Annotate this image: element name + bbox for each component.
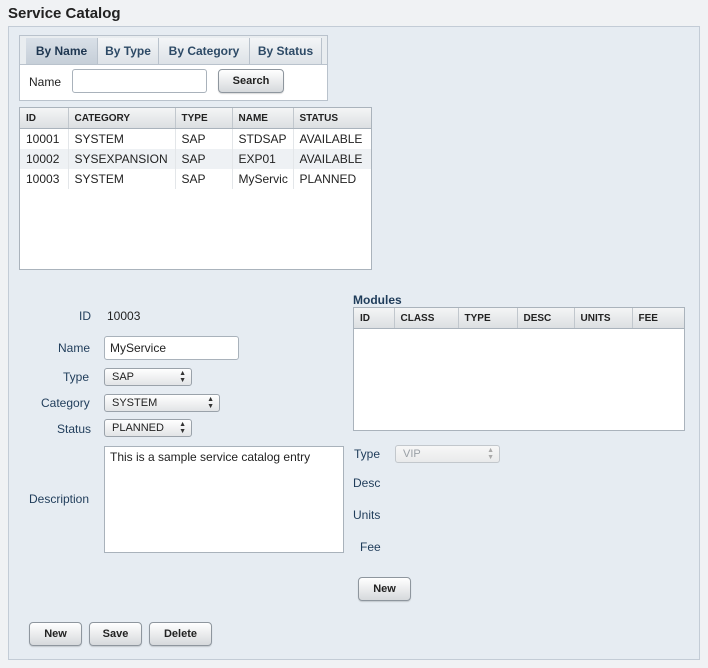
chevron-updown-icon: ▲ ▼ xyxy=(487,447,494,461)
table-cell: SAP xyxy=(175,169,233,189)
module-desc-label: Desc xyxy=(353,476,381,490)
results-column-header[interactable]: ID xyxy=(20,108,69,129)
table-cell: SAP xyxy=(175,128,233,149)
table-cell: SYSTEM xyxy=(68,169,176,189)
table-cell: PLANNED xyxy=(293,169,371,189)
id-value: 10003 xyxy=(107,309,141,323)
modules-table: ID CLASS TYPE DESC UNITS FEE xyxy=(353,307,685,431)
chevron-updown-icon: ▲ ▼ xyxy=(179,370,186,384)
type-select-value: SAP xyxy=(112,371,135,383)
module-type-select[interactable]: VIP ▲ ▼ xyxy=(395,445,500,463)
new-button[interactable]: New xyxy=(29,622,82,646)
category-select-value: SYSTEM xyxy=(112,397,158,409)
tab-by-category[interactable]: By Category xyxy=(159,38,250,64)
table-row[interactable]: 10001 SYSTEM SAP STDSAP AVAILABLE xyxy=(20,128,371,149)
table-cell: 10001 xyxy=(20,128,69,149)
module-type-select-value: VIP xyxy=(403,448,421,460)
modules-column-header[interactable]: DESC xyxy=(517,308,575,329)
modules-title: Modules xyxy=(353,293,402,307)
results-table: ID CATEGORY TYPE NAME STATUS 10001 SYSTEM SAP S… xyxy=(19,107,372,270)
table-row[interactable]: 10003 SYSTEM SAP MyServic PLANNED xyxy=(20,169,371,189)
search-button[interactable]: Search xyxy=(218,69,284,93)
save-button[interactable]: Save xyxy=(89,622,142,646)
tab-by-type[interactable]: By Type xyxy=(98,38,159,64)
chevron-updown-icon: ▲ ▼ xyxy=(207,396,214,410)
chevron-updown-icon: ▲ ▼ xyxy=(179,421,186,435)
table-cell: EXP01 xyxy=(232,149,294,169)
table-cell: STDSAP xyxy=(232,128,294,149)
search-tab-box: By Name By Type By Category By Status Na… xyxy=(19,35,328,101)
results-column-header[interactable]: TYPE xyxy=(175,108,233,129)
table-cell: 10002 xyxy=(20,149,69,169)
module-fee-label: Fee xyxy=(360,540,381,554)
description-label: Description xyxy=(29,492,90,506)
table-cell: SYSTEM xyxy=(68,128,176,149)
delete-button[interactable]: Delete xyxy=(149,622,212,646)
search-tabs: By Name By Type By Category By Status xyxy=(20,36,327,65)
module-type-label: Type xyxy=(354,447,381,461)
page-title: Service Catalog xyxy=(8,5,121,22)
table-cell: AVAILABLE xyxy=(293,149,371,169)
category-label: Category xyxy=(41,396,90,410)
description-textarea[interactable]: This is a sample service catalog entry xyxy=(104,446,344,553)
search-name-input[interactable] xyxy=(72,69,207,93)
modules-column-header[interactable]: ID xyxy=(354,308,395,329)
modules-column-header[interactable]: FEE xyxy=(632,308,684,329)
status-select-value: PLANNED xyxy=(112,422,164,434)
table-cell: 10003 xyxy=(20,169,69,189)
table-cell: SAP xyxy=(175,149,233,169)
type-select[interactable]: SAP ▲ ▼ xyxy=(104,368,192,386)
table-row[interactable]: 10002 SYSEXPANSION SAP EXP01 AVAILABLE xyxy=(20,149,371,169)
type-label: Type xyxy=(63,370,90,384)
search-name-label: Name xyxy=(29,75,62,89)
status-select[interactable]: PLANNED ▲ ▼ xyxy=(104,419,192,437)
results-column-header[interactable]: CATEGORY xyxy=(68,108,176,129)
category-select[interactable]: SYSTEM ▲ ▼ xyxy=(104,394,220,412)
name-label: Name xyxy=(58,341,91,355)
status-label: Status xyxy=(57,422,92,436)
results-column-header[interactable]: STATUS xyxy=(293,108,371,129)
table-cell: SYSEXPANSION xyxy=(68,149,176,169)
modules-column-header[interactable]: CLASS xyxy=(394,308,459,329)
modules-column-header[interactable]: UNITS xyxy=(574,308,633,329)
name-input[interactable] xyxy=(104,336,239,360)
tab-by-name[interactable]: By Name xyxy=(26,38,98,64)
table-cell: AVAILABLE xyxy=(293,128,371,149)
results-column-header[interactable]: NAME xyxy=(232,108,294,129)
table-cell: MyServic xyxy=(232,169,294,189)
id-label: ID xyxy=(79,309,91,323)
module-units-label: Units xyxy=(353,508,381,522)
modules-column-header[interactable]: TYPE xyxy=(458,308,518,329)
tab-by-status[interactable]: By Status xyxy=(250,38,322,64)
module-new-button[interactable]: New xyxy=(358,577,411,601)
